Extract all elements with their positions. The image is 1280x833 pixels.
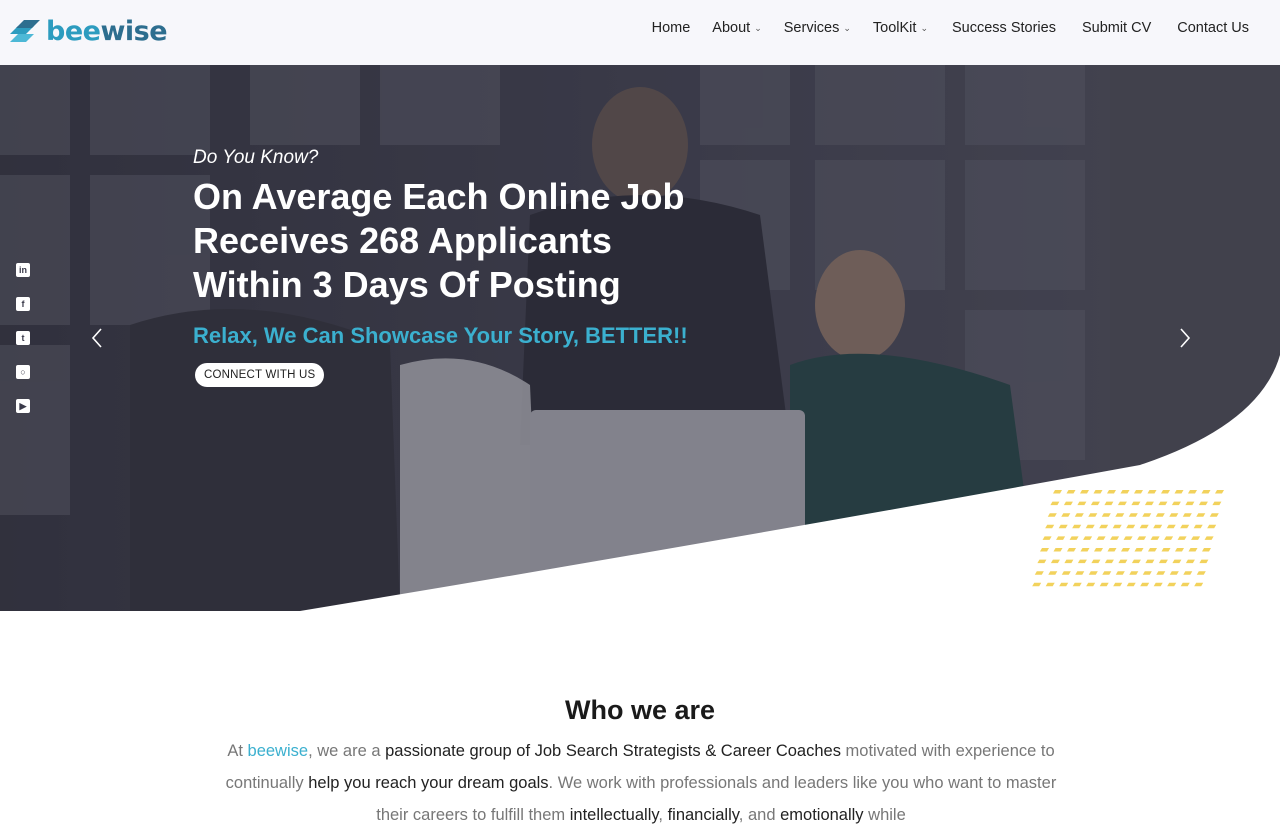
slider-prev-arrow[interactable] [90, 327, 104, 349]
nav-success-stories[interactable]: Success Stories [939, 20, 1069, 36]
nav-success-stories-label: Success Stories [951, 20, 1056, 36]
emphasis-text: intellectually [569, 806, 659, 824]
nav-about[interactable]: About ⌄ [701, 20, 772, 36]
chevron-down-icon: ⌄ [843, 22, 851, 33]
logo[interactable]: beewise [8, 14, 168, 48]
text-span: , and [738, 806, 781, 824]
slider-next-arrow[interactable] [1178, 327, 1192, 349]
nav-about-label: About [712, 20, 751, 36]
hero-eyebrow: Do You Know? [193, 147, 319, 168]
brand-link[interactable]: beewise [248, 742, 309, 760]
nav-home-label: Home [651, 20, 691, 36]
facebook-icon[interactable]: f [16, 297, 30, 311]
text-span: , we are a [308, 742, 386, 760]
nav-submit-cv-label: Submit CV [1081, 20, 1152, 36]
hero-headline-line: Receives 268 Applicants [193, 220, 612, 261]
hero-content: Do You Know? On Average Each Online Job … [193, 147, 753, 387]
who-we-are-paragraph: At beewise, we are a passionate group of… [225, 735, 1057, 831]
emphasis-text: help you reach your dream goals [308, 774, 549, 792]
linkedin-icon[interactable]: in [16, 263, 30, 277]
youtube-icon[interactable]: ▶ [16, 399, 30, 413]
nav-contact-us[interactable]: Contact Us [1164, 20, 1262, 36]
emphasis-text: financially [667, 806, 739, 824]
who-we-are-title: Who we are [564, 695, 716, 725]
nav-home[interactable]: Home [641, 20, 702, 36]
hero-headline-line: Within 3 Days Of Posting [193, 264, 621, 305]
chevron-down-icon: ⌄ [920, 22, 928, 33]
site-header: beewise Home About ⌄ Services ⌄ ToolKit ⌄ S… [0, 0, 1280, 65]
hero-headline-line: On Average Each Online Job [193, 176, 685, 217]
nav-toolkit-label: ToolKit [872, 20, 917, 36]
social-links: in f t ○ ▶ [16, 263, 30, 413]
nav-submit-cv[interactable]: Submit CV [1069, 20, 1164, 36]
hero-headline: On Average Each Online Job Receives 268 … [193, 175, 753, 307]
text-span: while [863, 806, 906, 824]
text-span: At [227, 742, 248, 760]
nav-services-label: Services [783, 20, 840, 36]
connect-with-us-button[interactable]: CONNECT WITH US [195, 363, 325, 387]
hero-subhead: Relax, We Can Showcase Your Story, BETTE… [193, 323, 688, 348]
chevron-down-icon: ⌄ [754, 22, 762, 33]
nav-toolkit[interactable]: ToolKit ⌄ [862, 20, 939, 36]
main-nav: Home About ⌄ Services ⌄ ToolKit ⌄ Success S… [641, 20, 1262, 36]
nav-contact-us-label: Contact Us [1177, 20, 1249, 36]
emphasis-text: emotionally [780, 806, 864, 824]
nav-services[interactable]: Services ⌄ [773, 20, 862, 36]
logo-text-wise: wise [100, 15, 168, 47]
logo-text-bee: bee [46, 15, 101, 47]
twitter-icon[interactable]: t [16, 331, 30, 345]
emphasis-text: passionate group of Job Search Strategis… [385, 742, 841, 760]
decorative-dots-pattern [1032, 490, 1224, 587]
text-span: , [658, 806, 668, 824]
instagram-icon[interactable]: ○ [16, 365, 30, 379]
logo-text: beewise [46, 15, 168, 47]
logo-mark-icon [10, 20, 40, 42]
